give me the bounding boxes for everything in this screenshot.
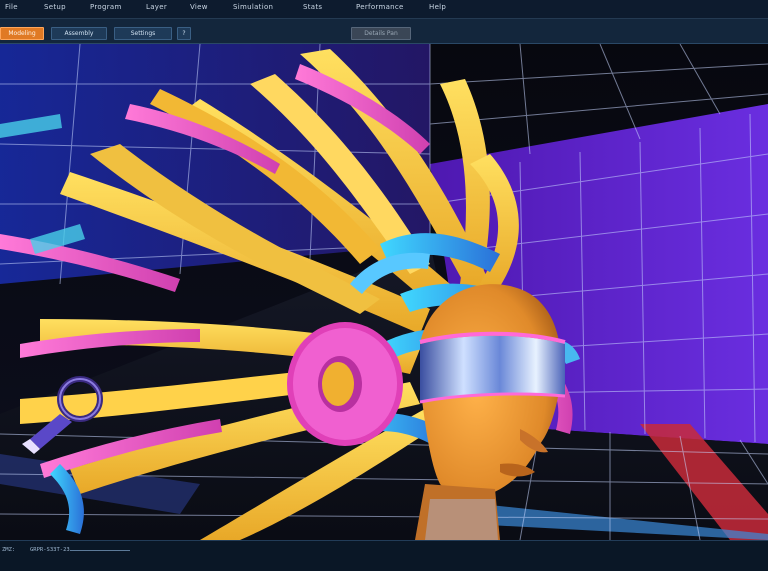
menu-view[interactable]: View xyxy=(190,3,208,11)
tab-assembly[interactable]: Assembly xyxy=(51,27,107,40)
headphone-ring xyxy=(287,322,403,446)
3d-viewport[interactable] xyxy=(0,44,768,540)
menu-simulation[interactable]: Simulation xyxy=(233,3,273,11)
menu-file[interactable]: File xyxy=(5,3,18,11)
menu-setup[interactable]: Setup xyxy=(44,3,66,11)
menu-help[interactable]: Help xyxy=(429,3,446,11)
tab-settings[interactable]: Settings xyxy=(114,27,172,40)
status-divider xyxy=(70,550,130,551)
menu-performance[interactable]: Performance xyxy=(356,3,404,11)
details-pan-button[interactable]: Details Pan xyxy=(351,27,411,40)
menu-bar: File Setup Program Layer View Simulation… xyxy=(0,0,768,19)
help-button[interactable]: ? xyxy=(177,27,191,40)
status-bar: ZMZ: GRPR-S33T-23 xyxy=(0,540,768,571)
menu-program[interactable]: Program xyxy=(90,3,122,11)
visor xyxy=(419,331,566,404)
toolbar: Modeling Assembly Settings ? Details Pan xyxy=(0,19,768,44)
status-label: ZMZ: xyxy=(2,547,16,553)
status-code: GRPR-S33T-23 xyxy=(30,547,70,553)
viewport-scene xyxy=(0,44,768,540)
tab-modeling[interactable]: Modeling xyxy=(0,27,44,40)
menu-stats[interactable]: Stats xyxy=(303,3,322,11)
menu-layer[interactable]: Layer xyxy=(146,3,167,11)
